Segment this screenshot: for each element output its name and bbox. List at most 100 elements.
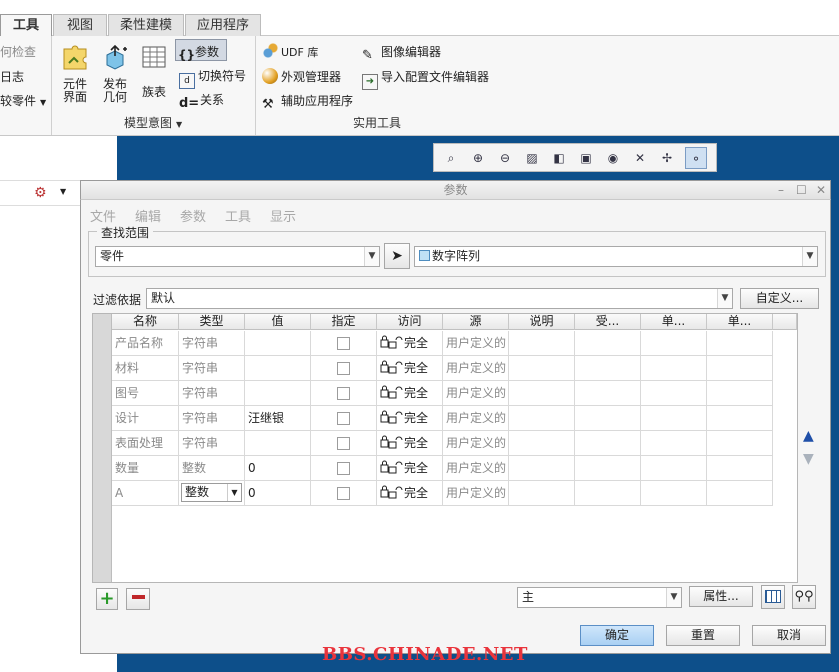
designate-checkbox[interactable]: [337, 487, 350, 500]
cell-type[interactable]: 整数 ▼: [179, 481, 245, 506]
cell-description[interactable]: [509, 381, 575, 406]
designate-checkbox[interactable]: [337, 437, 350, 450]
close-icon[interactable]: ✕: [816, 183, 826, 197]
appearance-manager-button[interactable]: 外观管理器: [262, 68, 341, 85]
menu-parameters[interactable]: 参数: [180, 206, 206, 225]
select-object-button[interactable]: ➤: [384, 243, 410, 269]
image-editor-button[interactable]: ✎ 图像编辑器: [362, 43, 441, 64]
aux-apps-button[interactable]: ⚒ 辅助应用程序: [262, 92, 353, 113]
cell-type[interactable]: 字符串: [179, 356, 245, 381]
cell-unit2[interactable]: [707, 331, 773, 356]
column-header-unit1[interactable]: 单...: [641, 314, 707, 330]
cell-restricted[interactable]: [575, 331, 641, 356]
cell-name[interactable]: A: [112, 481, 179, 506]
view-manager-icon[interactable]: ◉: [602, 147, 624, 169]
cell-type[interactable]: 字符串: [179, 381, 245, 406]
cell-value[interactable]: [245, 431, 311, 456]
cell-name[interactable]: 材料: [112, 356, 179, 381]
cell-unit1[interactable]: [641, 356, 707, 381]
cell-unit1[interactable]: [641, 406, 707, 431]
column-header-access[interactable]: 访问: [377, 314, 443, 330]
properties-button[interactable]: 属性...: [689, 586, 753, 607]
cell-value[interactable]: [245, 381, 311, 406]
move-up-arrow-icon[interactable]: ▲: [803, 428, 814, 444]
cell-type[interactable]: 字符串: [179, 331, 245, 356]
cell-access[interactable]: 完全: [377, 406, 443, 431]
tab-view[interactable]: 视图: [53, 14, 107, 36]
parameters-button[interactable]: {}参数: [175, 39, 227, 62]
cell-access[interactable]: 完全: [377, 356, 443, 381]
repaint-icon[interactable]: ▨: [521, 147, 543, 169]
spin-center-icon[interactable]: ✢: [656, 147, 678, 169]
find-binoculars-button[interactable]: ⚲⚲: [792, 585, 816, 609]
cell-access[interactable]: 完全: [377, 431, 443, 456]
designate-checkbox[interactable]: [337, 462, 350, 475]
cell-unit2[interactable]: [707, 431, 773, 456]
column-header-value[interactable]: 值: [245, 314, 311, 330]
type-select[interactable]: 整数 ▼: [181, 483, 242, 502]
compare-part-partial[interactable]: 较零件 ▼: [0, 92, 46, 109]
ok-button[interactable]: 确定: [580, 625, 654, 646]
filter-select[interactable]: 默认 ▼: [146, 288, 733, 309]
cell-unit2[interactable]: [707, 356, 773, 381]
designate-checkbox[interactable]: [337, 412, 350, 425]
menu-file[interactable]: 文件: [90, 206, 116, 225]
object-select[interactable]: 数字阵列 ▼: [414, 246, 818, 267]
cell-unit2[interactable]: [707, 481, 773, 506]
column-header-unit2[interactable]: 单...: [707, 314, 773, 330]
reset-button[interactable]: 重置: [666, 625, 740, 646]
datum-display-icon[interactable]: ✕: [629, 147, 651, 169]
cell-description[interactable]: [509, 406, 575, 431]
cell-name[interactable]: 产品名称: [112, 331, 179, 356]
cell-description[interactable]: [509, 431, 575, 456]
relations-button[interactable]: d=关系: [179, 91, 224, 112]
column-header-type[interactable]: 类型: [179, 314, 245, 330]
customize-button[interactable]: 自定义...: [740, 288, 819, 309]
cell-restricted[interactable]: [575, 381, 641, 406]
cell-unit1[interactable]: [641, 456, 707, 481]
cell-restricted[interactable]: [575, 406, 641, 431]
cell-type[interactable]: 字符串: [179, 431, 245, 456]
tab-applications[interactable]: 应用程序: [185, 14, 261, 36]
cell-name[interactable]: 设计: [112, 406, 179, 431]
cancel-button[interactable]: 取消: [752, 625, 826, 646]
move-down-arrow-icon[interactable]: ▼: [803, 451, 814, 467]
zoom-out-icon[interactable]: ⊖: [494, 147, 516, 169]
cell-type[interactable]: 整数: [179, 456, 245, 481]
model-intent-group[interactable]: 模型意图 ▼: [124, 114, 182, 131]
family-table-button[interactable]: 族表: [138, 43, 170, 99]
cell-type[interactable]: 字符串: [179, 406, 245, 431]
publish-geometry-button[interactable]: 发布 几何: [98, 43, 132, 104]
cell-description[interactable]: [509, 356, 575, 381]
refit-icon[interactable]: ⌕: [440, 147, 462, 169]
cell-value[interactable]: [245, 356, 311, 381]
designate-checkbox[interactable]: [337, 337, 350, 350]
scope-select[interactable]: 零件 ▼: [95, 246, 380, 267]
cell-name[interactable]: 图号: [112, 381, 179, 406]
menu-display[interactable]: 显示: [270, 206, 296, 225]
display-style-icon[interactable]: ◧: [548, 147, 570, 169]
column-header-restricted[interactable]: 受...: [575, 314, 641, 330]
column-header-designate[interactable]: 指定: [311, 314, 377, 330]
designate-checkbox[interactable]: [337, 387, 350, 400]
cell-unit1[interactable]: [641, 331, 707, 356]
annotation-display-icon[interactable]: ⚬: [685, 147, 707, 169]
cell-access[interactable]: 完全: [377, 331, 443, 356]
tab-flexible-modeling[interactable]: 柔性建模: [108, 14, 184, 36]
cell-value[interactable]: 汪继银: [245, 406, 311, 431]
cell-restricted[interactable]: [575, 356, 641, 381]
column-header-name[interactable]: 名称: [112, 314, 179, 330]
cell-access[interactable]: 完全: [377, 381, 443, 406]
cell-value[interactable]: [245, 331, 311, 356]
remove-parameter-button[interactable]: [126, 588, 150, 610]
menu-tools[interactable]: 工具: [225, 206, 251, 225]
log-partial[interactable]: 日志: [0, 68, 24, 85]
switch-symbols-button[interactable]: d 切换符号: [179, 67, 246, 89]
import-config-editor-button[interactable]: ➜ 导入配置文件编辑器: [362, 68, 489, 90]
cell-description[interactable]: [509, 481, 575, 506]
saved-views-icon[interactable]: ▣: [575, 147, 597, 169]
cell-value[interactable]: 0: [245, 456, 311, 481]
component-interface-button[interactable]: 元件 界面: [58, 43, 92, 104]
table-columns-button[interactable]: [761, 585, 785, 609]
cell-name[interactable]: 数量: [112, 456, 179, 481]
